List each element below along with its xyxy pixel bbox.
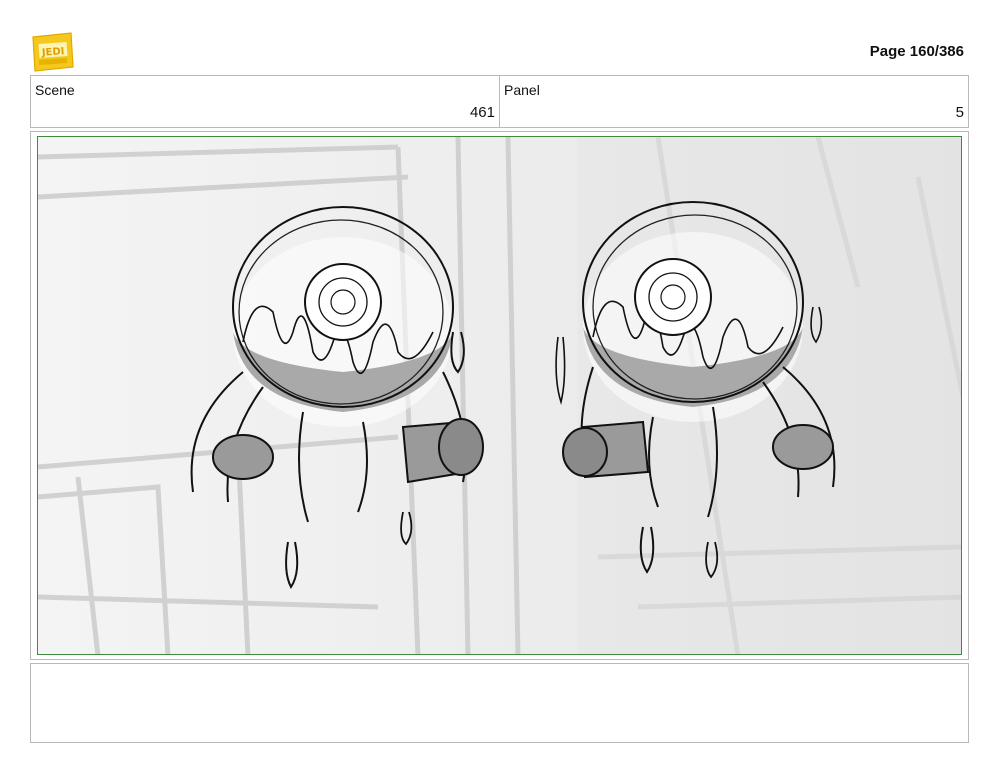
storyboard-panel-image bbox=[37, 136, 962, 655]
show-logo: JEDI bbox=[31, 31, 75, 73]
panel-value: 5 bbox=[955, 104, 964, 121]
panel-label: Panel bbox=[504, 82, 540, 98]
svg-text:JEDI: JEDI bbox=[41, 46, 65, 59]
scene-value: 461 bbox=[469, 104, 495, 121]
panel-cell: Panel 5 bbox=[499, 76, 968, 127]
panel-notes-box bbox=[30, 663, 969, 743]
scene-label: Scene bbox=[35, 82, 75, 98]
page-number: Page 160/386 bbox=[869, 43, 964, 60]
scene-cell: Scene 461 bbox=[31, 76, 499, 127]
logo-icon: JEDI bbox=[32, 32, 74, 72]
scene-panel-table: Scene 461 Panel 5 bbox=[30, 75, 969, 128]
sketch-illustration bbox=[38, 137, 961, 654]
